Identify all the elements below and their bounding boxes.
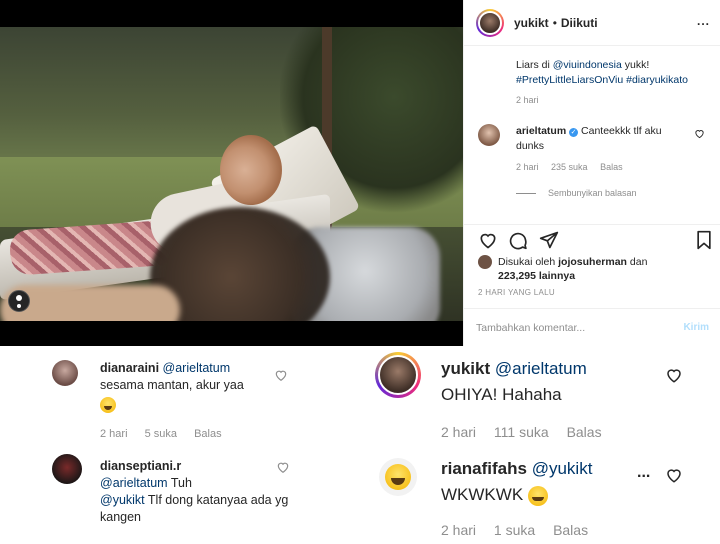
instagram-post: yukikt • Diikuti ... Liars di @viuindone… (0, 0, 720, 346)
verified-badge-icon: ✓ (569, 128, 579, 137)
likes-suffix[interactable]: lainnya (536, 270, 575, 282)
liker-username[interactable]: jojosuherman (558, 256, 627, 268)
more-options-icon[interactable]: ... (637, 464, 650, 482)
comment-username[interactable]: dianseptiani.r (100, 459, 181, 473)
follow-status-button[interactable]: Diikuti (561, 16, 598, 30)
more-options-icon[interactable]: ... (697, 14, 710, 28)
photo-woman-head (220, 135, 282, 205)
post-photo[interactable] (0, 0, 463, 346)
comment-likes[interactable]: 5 suka (145, 428, 177, 440)
comment-username[interactable]: dianaraini (100, 361, 159, 375)
photo-scene (0, 27, 463, 321)
comment-text: OHIYA! Hahaha (441, 385, 562, 404)
comment-mention-link[interactable]: @yukikt (532, 459, 593, 478)
grinning-emoji-icon (100, 397, 116, 413)
post-actions (464, 224, 720, 254)
liker-avatar (478, 255, 492, 269)
bookmark-icon[interactable] (695, 230, 713, 250)
hide-replies-label: Sembunyikan balasan (548, 188, 637, 198)
post-timestamp: 2 HARI YANG LALU (478, 288, 555, 297)
avatar[interactable] (52, 360, 78, 386)
comment-likes[interactable]: 235 suka (551, 162, 588, 172)
caption-hashtags[interactable]: #PrettyLittleLiarsOnViu #diaryukikato (516, 74, 688, 86)
avatar[interactable] (52, 454, 82, 484)
comment-meta: 2 hari 5 suka Balas (100, 428, 236, 440)
comment-like-heart-icon[interactable] (665, 366, 683, 384)
like-heart-icon[interactable] (478, 230, 498, 250)
comment-reply-button[interactable]: Balas (567, 424, 602, 440)
comment-mention-link[interactable]: @arieltatum (495, 359, 587, 378)
grinning-emoji-icon (527, 485, 548, 506)
avatar-emoji-icon (385, 464, 411, 490)
post-header: yukikt • Diikuti ... (464, 0, 720, 46)
comment-like-heart-icon[interactable] (276, 460, 290, 474)
comment-reply-button[interactable]: Balas (600, 162, 623, 172)
comment-time: 2 hari (441, 522, 477, 538)
zoomed-comments-left: dianaraini @arieltatum sesama mantan, ak… (0, 346, 300, 544)
zoomed-comments-right: yukikt @arieltatum OHIYA! Hahaha 2 hari … (365, 346, 720, 544)
user-tag-icon[interactable] (8, 290, 30, 312)
send-comment-button[interactable]: Kirim (683, 322, 709, 333)
comment-text: sesama mantan, akur yaa (100, 378, 244, 392)
likes-prefix: Disukai oleh (498, 256, 559, 268)
comment-meta: 2 hari 235 suka Balas (516, 162, 633, 172)
caption-mention-link[interactable]: @viuindonesia (553, 59, 622, 71)
comment-text: WKWKWK (441, 485, 524, 504)
hide-replies-button[interactable]: Sembunyikan balasan (516, 188, 637, 198)
caption-text: Liars di (516, 59, 553, 71)
comment-avatar[interactable] (478, 124, 500, 146)
comment-like-heart-icon[interactable] (274, 368, 288, 382)
likes-summary: Disukai oleh jojosuherman dan 223,295 la… (478, 255, 647, 283)
share-paper-plane-icon[interactable] (539, 230, 559, 250)
avatar[interactable] (375, 352, 421, 398)
comment: dianseptiani.r @arieltatum Tuh @yukikt T… (100, 458, 290, 526)
post-caption: Liars di @viuindonesia yukk! #PrettyLitt… (516, 58, 716, 88)
comment-reply-button[interactable]: Balas (194, 428, 222, 440)
comment: yukikt @arieltatum OHIYA! Hahaha (441, 358, 671, 410)
likes-middle: dan (626, 256, 648, 268)
comment-time: 2 hari (516, 162, 539, 172)
avatar[interactable] (476, 8, 504, 37)
comment-mention-link[interactable]: @arieltatum (163, 361, 231, 375)
comment-input[interactable]: Tambahkan komentar... (476, 322, 683, 334)
comment-meta: 2 hari 1 suka Balas (441, 522, 602, 538)
post-sidebar: yukikt • Diikuti ... Liars di @viuindone… (463, 0, 720, 346)
header-separator: • (552, 15, 557, 30)
replies-divider (516, 192, 536, 194)
caption-text-2: yukk! (621, 59, 650, 71)
comment: arieltatum ✓ Canteekkk tlf aku dunks (516, 124, 676, 154)
comment-text: Tuh (167, 476, 192, 490)
comment-meta: 2 hari 111 suka Balas (441, 424, 616, 440)
add-comment-bar: Tambahkan komentar... Kirim (464, 308, 720, 346)
comment-likes[interactable]: 111 suka (494, 424, 549, 440)
comment-mention-link[interactable]: @arieltatum (100, 476, 168, 490)
comment-like-heart-icon[interactable] (665, 466, 683, 484)
comment-username[interactable]: yukikt (441, 359, 490, 378)
comment-time: 2 hari (441, 424, 477, 440)
comment-like-heart-icon[interactable] (694, 128, 705, 139)
comment: dianaraini @arieltatum sesama mantan, ak… (100, 360, 290, 413)
comment-reply-button[interactable]: Balas (553, 522, 588, 538)
comment-username[interactable]: rianafifahs (441, 459, 527, 478)
comment-mention-link[interactable]: @yukikt (100, 493, 145, 507)
comment-likes[interactable]: 1 suka (494, 522, 535, 538)
avatar[interactable] (379, 458, 417, 496)
likes-count[interactable]: 223,295 (498, 270, 536, 282)
comment-username[interactable]: arieltatum (516, 125, 566, 137)
comment-time: 2 hari (100, 428, 128, 440)
caption-time: 2 hari (516, 95, 539, 105)
post-username[interactable]: yukikt (514, 16, 549, 30)
comment-bubble-icon[interactable] (508, 230, 528, 250)
